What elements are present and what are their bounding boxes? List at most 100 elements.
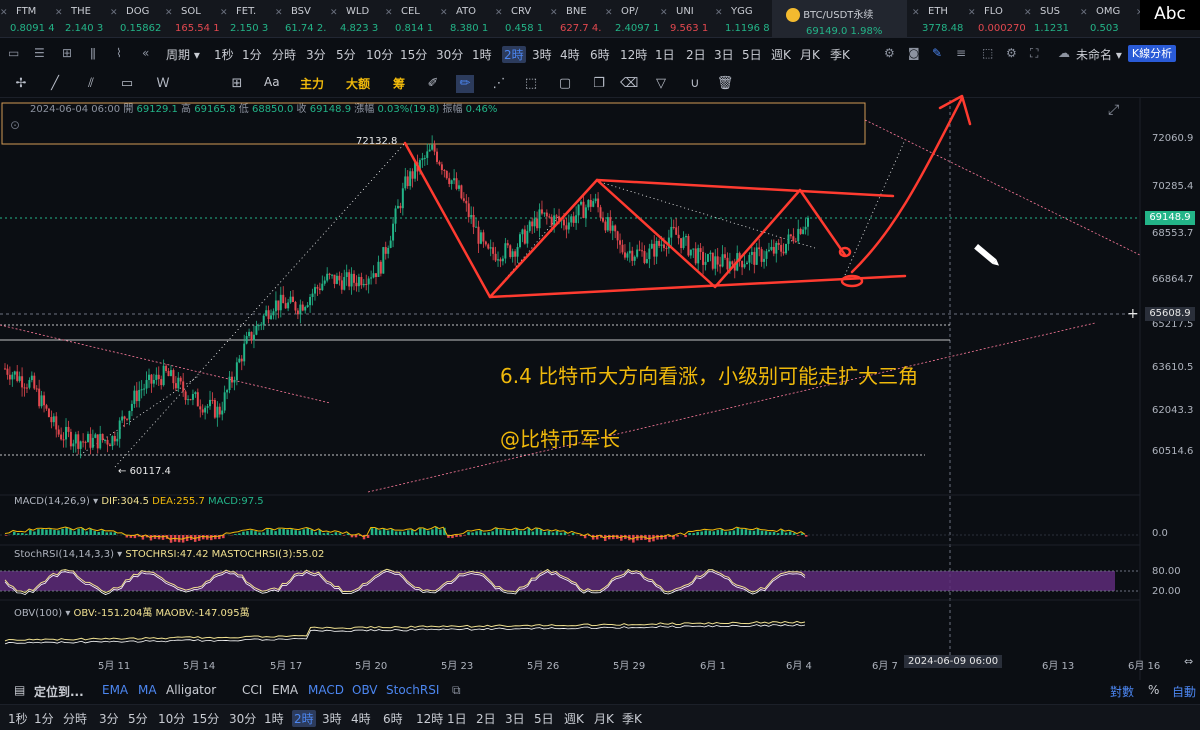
candle-body bbox=[296, 310, 299, 315]
candle-body bbox=[331, 274, 334, 276]
candle-body bbox=[362, 283, 365, 286]
candle-body bbox=[123, 416, 126, 419]
candle-body bbox=[128, 410, 131, 420]
macd-bar bbox=[415, 532, 418, 535]
ohlc-open-label: 開 bbox=[123, 104, 134, 115]
macd-bar bbox=[784, 532, 788, 535]
macd-bar bbox=[250, 530, 253, 535]
axis-settings-icon[interactable]: ⇔ bbox=[1184, 655, 1193, 668]
bottom-tab-timeframe[interactable]: 週K bbox=[564, 710, 584, 727]
candle-body bbox=[57, 429, 60, 435]
bottom-tab-timeframe[interactable]: 1時 bbox=[264, 710, 284, 727]
indicator-toggle[interactable]: MA bbox=[138, 683, 157, 697]
macd-bar bbox=[804, 535, 808, 537]
collapse-info-icon[interactable]: ⊙ bbox=[10, 118, 20, 132]
bottom-tab-timeframe[interactable]: 3時 bbox=[322, 710, 342, 727]
candle-body bbox=[318, 288, 321, 291]
macd-bar bbox=[65, 527, 68, 535]
macd-bar bbox=[515, 528, 519, 535]
layers-icon[interactable]: ▤ bbox=[14, 683, 25, 697]
bottom-tab-timeframe[interactable]: 5日 bbox=[534, 710, 554, 727]
candle-body bbox=[167, 370, 170, 377]
candle-body bbox=[104, 439, 107, 441]
locate-button[interactable]: 定位到... bbox=[34, 683, 84, 700]
bottom-tab-timeframe[interactable]: 10分 bbox=[158, 710, 185, 727]
macd-bar bbox=[483, 532, 486, 535]
candle-body bbox=[299, 304, 302, 315]
candle-body bbox=[450, 180, 453, 184]
macd-bar bbox=[776, 533, 780, 535]
ohlc-datetime: 2024-06-04 06:00 bbox=[30, 104, 121, 115]
bottom-tab-timeframe[interactable]: 1分 bbox=[34, 710, 54, 727]
bottom-tab-timeframe[interactable]: 3日 bbox=[505, 710, 525, 727]
macd-bar bbox=[342, 535, 346, 536]
price-tick-label: 62043.3 bbox=[1152, 404, 1194, 416]
macd-bar bbox=[286, 529, 289, 535]
macd-bar bbox=[684, 535, 687, 538]
bottom-tab-timeframe[interactable]: 4時 bbox=[351, 710, 371, 727]
bottom-tab-timeframe[interactable]: 2時 bbox=[292, 710, 316, 727]
bottom-tab-timeframe[interactable]: 3分 bbox=[99, 710, 119, 727]
bottom-tab-timeframe[interactable]: 6時 bbox=[383, 710, 403, 727]
candle-body bbox=[165, 365, 168, 371]
macd-bar bbox=[716, 530, 720, 535]
candle-body bbox=[497, 259, 500, 261]
indicator-toggle[interactable]: EMA bbox=[102, 683, 128, 697]
indicator-toggle[interactable]: OBV bbox=[352, 683, 378, 697]
candle-body bbox=[792, 236, 795, 242]
candle-body bbox=[72, 443, 75, 447]
bottom-tab-timeframe[interactable]: 5分 bbox=[128, 710, 148, 727]
indicator-toggle[interactable]: EMA bbox=[272, 683, 298, 697]
bottom-tab-timeframe[interactable]: 2日 bbox=[476, 710, 496, 727]
candle-body bbox=[199, 406, 202, 410]
auto-scale-toggle[interactable]: 自動 bbox=[1172, 683, 1196, 700]
candle-body bbox=[731, 261, 734, 265]
indicator-toggle[interactable]: StochRSI bbox=[386, 683, 439, 697]
candle-body bbox=[643, 251, 646, 263]
bottom-tab-timeframe[interactable]: 分時 bbox=[63, 710, 87, 727]
candle-body bbox=[69, 431, 72, 447]
macd-legend: MACD(14,26,9) ▾ DIF:304.5 DEA:255.7 MACD… bbox=[14, 496, 264, 507]
percent-scale-toggle[interactable]: % bbox=[1148, 683, 1159, 697]
bottom-tab-timeframe[interactable]: 月K bbox=[594, 710, 614, 727]
candle-body bbox=[326, 273, 329, 281]
bottom-tab-timeframe[interactable]: 30分 bbox=[229, 710, 256, 727]
candle-body bbox=[467, 203, 470, 218]
candle-body bbox=[67, 426, 70, 432]
macd-bar bbox=[728, 531, 732, 535]
macd-bar bbox=[523, 530, 527, 535]
obv-value: OBV:-151.204萬 bbox=[73, 608, 153, 619]
candle-body bbox=[504, 243, 507, 259]
candle-body bbox=[545, 212, 548, 217]
candle-body bbox=[184, 391, 187, 401]
bottom-tab-timeframe[interactable]: 季K bbox=[622, 710, 642, 727]
candle-body bbox=[523, 229, 526, 244]
candle-body bbox=[743, 264, 746, 268]
indicator-toggle[interactable]: Alligator bbox=[166, 683, 216, 697]
candle-body bbox=[521, 229, 524, 235]
time-tick-label: 6月 16 bbox=[1128, 661, 1161, 672]
maximize-icon[interactable]: ⤢ bbox=[1108, 102, 1119, 118]
macd-bar bbox=[77, 528, 80, 535]
indicator-toggle[interactable]: CCI bbox=[242, 683, 262, 697]
stochrsi-params: StochRSI(14,14,3,3) bbox=[14, 549, 114, 560]
macd-bar bbox=[760, 530, 764, 535]
ohlc-open: 69129.1 bbox=[136, 104, 178, 115]
edit-indicators-icon[interactable]: ⧉ bbox=[452, 683, 461, 698]
bottom-tab-timeframe[interactable]: 15分 bbox=[192, 710, 219, 727]
candle-body bbox=[724, 254, 727, 258]
candle-body bbox=[777, 242, 780, 245]
candle-body bbox=[287, 302, 290, 309]
log-scale-toggle[interactable]: 對數 bbox=[1110, 683, 1134, 700]
bottom-tab-timeframe[interactable]: 1日 bbox=[447, 710, 467, 727]
candle-body bbox=[426, 151, 429, 158]
marked-high-label: 72132.8 bbox=[356, 136, 398, 147]
indicator-toggle[interactable]: MACD bbox=[308, 683, 344, 697]
bottom-tab-timeframe[interactable]: 12時 bbox=[416, 710, 443, 727]
macd-bar bbox=[455, 535, 458, 537]
candle-body bbox=[209, 399, 212, 407]
macd-value: MACD:97.5 bbox=[208, 496, 264, 507]
bottom-tab-timeframe[interactable]: 1秒 bbox=[8, 710, 28, 727]
price-tick-label: 66864.7 bbox=[1152, 273, 1194, 285]
add-alert-icon[interactable]: + bbox=[1127, 306, 1139, 322]
